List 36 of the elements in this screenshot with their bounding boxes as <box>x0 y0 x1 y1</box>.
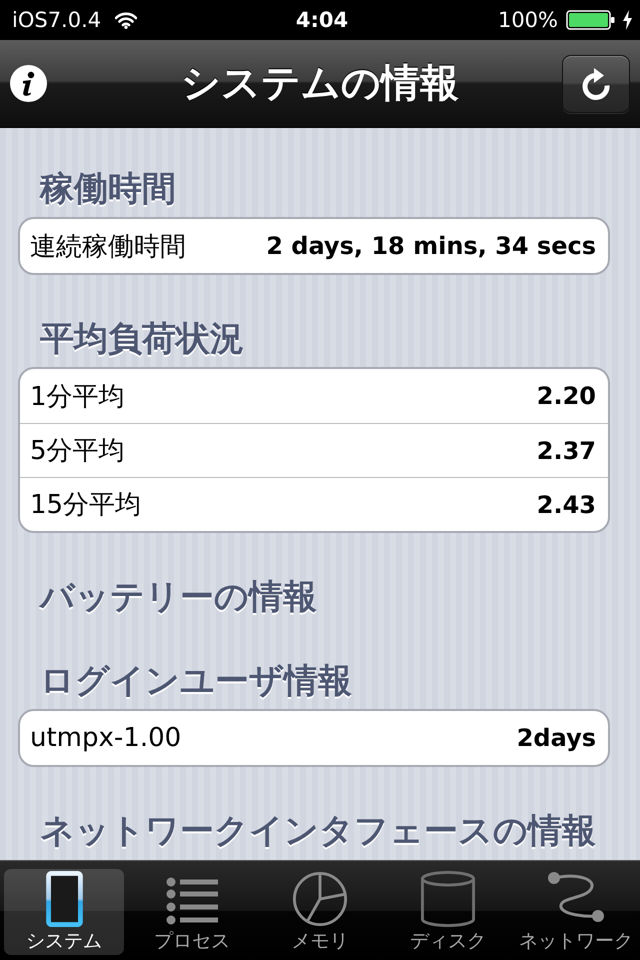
row-value: 2.20 <box>536 382 596 410</box>
refresh-icon <box>581 68 611 100</box>
carrier-label: iOS7.0.4 <box>12 8 102 32</box>
row-value: 2.37 <box>536 436 596 464</box>
row-label: 15分平均 <box>30 489 142 522</box>
tab-bar-item[interactable]: ディスク <box>388 869 508 955</box>
cylinder-icon <box>421 871 475 927</box>
section-header: ログインユーザ情報 <box>39 661 353 701</box>
info-button[interactable] <box>10 65 47 102</box>
row-value: 2.43 <box>536 490 596 518</box>
section-header: ネットワークインタフェースの情報 <box>39 811 597 851</box>
wifi-icon <box>115 12 138 28</box>
tab-bar-item[interactable]: ネットワーク <box>516 869 636 955</box>
tab-bar-item[interactable]: メモリ <box>260 869 380 955</box>
network-path-icon <box>547 871 605 923</box>
clock-time: 4:04 <box>296 8 348 32</box>
row-label: utmpx-1.00 <box>30 723 182 753</box>
section-header: 平均負荷状況 <box>39 319 245 359</box>
pie-chart-icon <box>292 871 348 927</box>
section-header: バッテリーの情報 <box>38 577 318 617</box>
info-icon <box>10 65 47 102</box>
row-label: 連続稼働時間 <box>30 230 186 264</box>
battery-icon <box>566 10 615 30</box>
refresh-button[interactable] <box>562 54 630 112</box>
phone-icon <box>46 871 82 927</box>
screen-title: システムの情報 <box>181 60 459 108</box>
row-value: 2 days, 18 mins, 34 secs <box>266 232 596 260</box>
row-value: 2days <box>516 724 596 752</box>
charging-bolt-icon <box>623 10 632 30</box>
section-header: 稼働時間 <box>38 169 177 209</box>
list-icon <box>166 877 218 925</box>
row-label: 1分平均 <box>30 380 125 414</box>
tab-bar-item[interactable]: プロセス <box>132 869 252 955</box>
tab-bar-item[interactable]: システム <box>4 869 124 955</box>
battery-percent: 100% <box>498 8 558 32</box>
row-label: 5分平均 <box>30 435 125 468</box>
